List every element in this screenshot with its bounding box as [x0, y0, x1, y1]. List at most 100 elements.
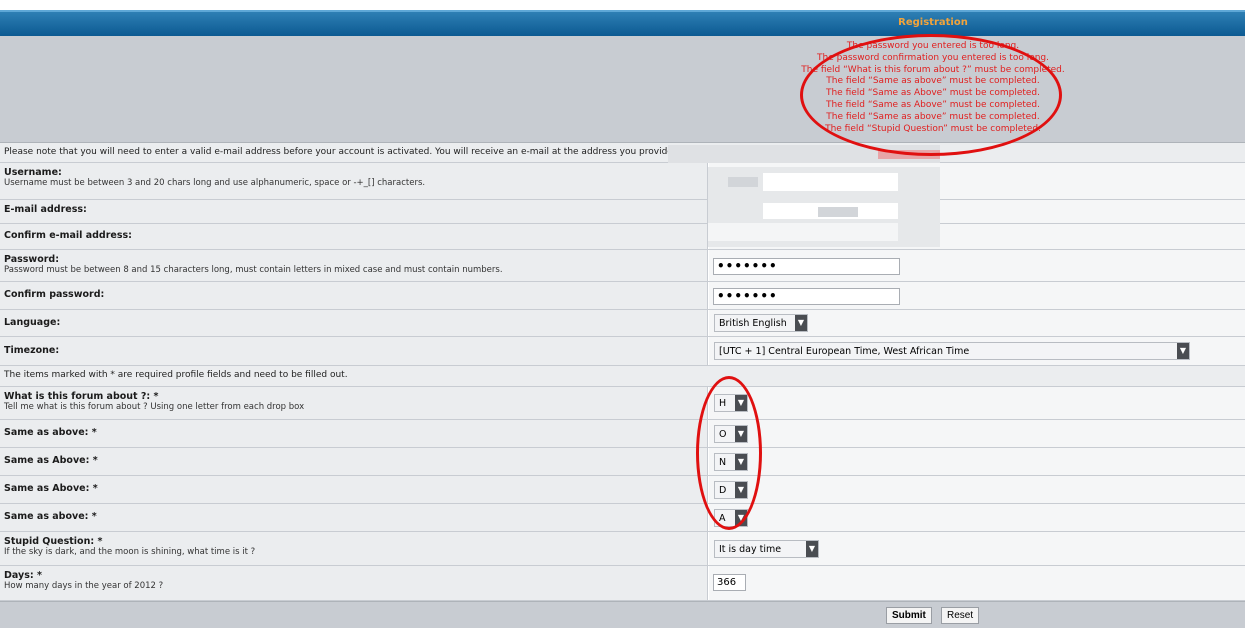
page-title: Registration: [898, 17, 968, 28]
profile-field-label-cell: Same as Above: *: [0, 476, 708, 503]
password-label-cell: Password: Password must be between 8 and…: [0, 250, 708, 281]
stupid-question-select[interactable]: It is day time ▼: [714, 540, 819, 558]
error-message: The password confirmation you entered is…: [817, 52, 1049, 63]
stupid-question-select-cell: It is day time ▼: [709, 532, 1245, 565]
profile-field-row: What is this forum about ?: * Tell me wh…: [0, 387, 1245, 420]
activation-notice: Please note that you will need to enter …: [0, 143, 1245, 163]
chevron-down-icon: ▼: [1177, 343, 1189, 359]
days-row: Days: * How many days in the year of 201…: [0, 566, 1245, 601]
profile-field-label-cell: Same as Above: *: [0, 448, 708, 475]
profile-field-row: Same as Above: * D ▼: [0, 476, 1245, 504]
same-as-above-selected: N: [719, 457, 727, 468]
email-row: E-mail address:: [0, 200, 1245, 224]
days-input-cell: 366: [709, 566, 1245, 600]
days-label: Days: *: [4, 570, 42, 581]
profile-field-row: Same as above: * A ▼: [0, 504, 1245, 532]
profile-field-row: Same as Above: * N ▼: [0, 448, 1245, 476]
username-label: Username:: [4, 167, 62, 178]
stupid-question-label: Stupid Question: *: [4, 536, 103, 547]
password-explain: Password must be between 8 and 15 charac…: [4, 265, 503, 275]
top-strip: [0, 0, 1245, 10]
profile-field-select-cell: O ▼: [709, 420, 1245, 447]
same-as-above-select[interactable]: O ▼: [714, 425, 748, 443]
language-label-cell: Language:: [0, 310, 708, 336]
language-select[interactable]: British English ▼: [714, 314, 808, 332]
form-footer: Submit Reset: [0, 601, 1245, 628]
same-as-above-label: Same as above: *: [4, 427, 97, 438]
language-row: Language: British English ▼: [0, 310, 1245, 337]
profile-field-select-cell: H ▼: [709, 387, 1245, 419]
profile-field-label-cell: Same as above: *: [0, 420, 708, 447]
email-confirm-label-cell: Confirm e-mail address:: [0, 224, 708, 249]
stupid-question-selected: It is day time: [719, 544, 782, 555]
days-input[interactable]: 366: [713, 574, 746, 591]
timezone-label: Timezone:: [4, 345, 60, 356]
chevron-down-icon: ▼: [735, 454, 747, 470]
email-label: E-mail address:: [4, 204, 87, 215]
profile-field-label-cell: Same as above: *: [0, 504, 708, 531]
error-message: The field “What is this forum about ?” m…: [801, 64, 1065, 75]
profile-field-label-cell: What is this forum about ?: * Tell me wh…: [0, 387, 708, 419]
language-select-cell: British English ▼: [709, 310, 1245, 336]
redacted-area: [668, 145, 940, 247]
password-label: Password:: [4, 254, 60, 265]
username-explain: Username must be between 3 and 20 chars …: [4, 178, 426, 188]
timezone-selected: [UTC + 1] Central European Time, West Af…: [719, 346, 970, 357]
password-confirm-label-cell: Confirm password:: [0, 282, 708, 309]
password-input[interactable]: •••••••: [713, 258, 900, 275]
stupid-question-explain: If the sky is dark, and the moon is shin…: [4, 547, 256, 557]
registration-header: Registration: [0, 10, 1245, 36]
stupid-question-label-cell: Stupid Question: * If the sky is dark, a…: [0, 532, 708, 565]
chevron-down-icon: ▼: [735, 426, 747, 442]
same-as-above-selected: D: [719, 485, 727, 496]
same-as-above-selected: O: [719, 429, 727, 440]
same-as-above-label: Same as above: *: [4, 511, 97, 522]
error-panel: The password you entered is too long. Th…: [0, 36, 1245, 143]
timezone-select[interactable]: [UTC + 1] Central European Time, West Af…: [714, 342, 1190, 360]
timezone-label-cell: Timezone:: [0, 337, 708, 365]
language-label: Language:: [4, 317, 61, 328]
reset-button[interactable]: Reset: [941, 607, 980, 624]
forum-about-explain: Tell me what is this forum about ? Using…: [4, 402, 305, 412]
password-input-cell: •••••••: [709, 250, 1245, 281]
same-as-above-label: Same as Above: *: [4, 483, 98, 494]
same-as-above-selected: A: [719, 513, 726, 524]
profile-field-select-cell: N ▼: [709, 448, 1245, 475]
profile-field-select-cell: A ▼: [709, 504, 1245, 531]
username-label-cell: Username: Username must be between 3 and…: [0, 163, 708, 199]
email-label-cell: E-mail address:: [0, 200, 708, 223]
password-confirm-row: Confirm password: •••••••: [0, 282, 1245, 310]
forum-about-label: What is this forum about ?: *: [4, 391, 159, 402]
chevron-down-icon: ▼: [735, 510, 747, 526]
submit-button[interactable]: Submit: [886, 607, 932, 624]
password-confirm-input-cell: •••••••: [709, 282, 1245, 309]
profile-field-select-cell: D ▼: [709, 476, 1245, 503]
email-confirm-label: Confirm e-mail address:: [4, 230, 132, 241]
error-message: The field “Same as Above” must be comple…: [825, 88, 1041, 99]
timezone-select-cell: [UTC + 1] Central European Time, West Af…: [709, 337, 1245, 365]
password-confirm-input[interactable]: •••••••: [713, 288, 900, 305]
forum-about-select[interactable]: H ▼: [714, 394, 748, 412]
password-row: Password: Password must be between 8 and…: [0, 250, 1245, 282]
same-as-above-select[interactable]: N ▼: [714, 453, 748, 471]
language-selected: British English: [719, 318, 787, 329]
same-as-above-label: Same as Above: *: [4, 455, 98, 466]
same-as-above-select[interactable]: A ▼: [714, 509, 748, 527]
error-message: The field “Same as Above” must be comple…: [825, 99, 1041, 110]
timezone-row: Timezone: [UTC + 1] Central European Tim…: [0, 337, 1245, 366]
email-confirm-row: Confirm e-mail address:: [0, 224, 1245, 250]
error-message: The password you entered is too long.: [846, 41, 1020, 51]
same-as-above-select[interactable]: D ▼: [714, 481, 748, 499]
profile-notice-text: The items marked with * are required pro…: [4, 370, 348, 380]
forum-about-selected: H: [719, 398, 727, 409]
chevron-down-icon: ▼: [795, 315, 807, 331]
days-label-cell: Days: * How many days in the year of 201…: [0, 566, 708, 600]
username-row: Username: Username must be between 3 and…: [0, 163, 1245, 200]
error-message: The field “Same as above” must be comple…: [826, 76, 1040, 87]
profile-field-row: Same as above: * O ▼: [0, 420, 1245, 448]
error-list: The password you entered is too long. Th…: [708, 41, 1158, 135]
chevron-down-icon: ▼: [806, 541, 818, 557]
chevron-down-icon: ▼: [735, 395, 747, 411]
error-message: The field “Stupid Question” must be comp…: [825, 123, 1041, 134]
profile-notice: The items marked with * are required pro…: [0, 366, 1245, 387]
